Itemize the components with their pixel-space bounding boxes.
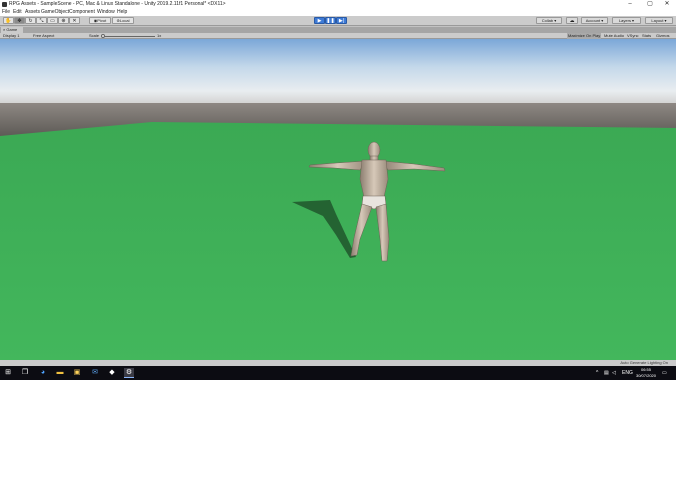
mail-icon: ✉ [92,369,98,376]
menu-assets[interactable]: Assets [25,9,40,16]
start-button[interactable]: ⊞ [3,368,13,378]
rotate-icon: ↻ [28,18,33,24]
game-icon: ⌕ [3,27,6,32]
scale-tool-button[interactable]: ⤡ [36,17,47,24]
unity-editor-taskbar-button[interactable]: ⚙ [124,368,134,378]
task-view-icon: ❐ [21,369,29,376]
close-button[interactable]: ✕ [660,0,674,9]
rotate-tool-button[interactable]: ↻ [25,17,36,24]
menu-file[interactable]: File [2,9,10,16]
menu-component[interactable]: Component [69,9,95,16]
unity-icon: ⚙ [125,368,133,376]
notifications-icon[interactable]: ▭ [662,368,667,378]
volume-icon[interactable]: ◁ [612,368,616,378]
scale-slider-handle[interactable] [101,34,105,38]
space-toggle[interactable]: ⊛Local [112,17,134,24]
layout-label: Layout ▾ [651,18,667,23]
window-title-bar: RPG Assets - SampleScene - PC, Mac & Lin… [0,0,676,9]
layers-dropdown[interactable]: Layers ▾ [612,17,641,24]
edge-taskbar-button[interactable]: ◕ [38,368,48,378]
ground-plane [0,122,676,362]
pause-icon: ❚❚ [326,18,335,24]
move-tool-button[interactable]: ✥ [14,17,25,24]
hand-tool-button[interactable]: ✋ [3,17,14,24]
pause-button[interactable]: ❚❚ [325,17,336,24]
tool-icon: ✕ [72,18,77,24]
step-icon: ▶| [338,18,345,24]
transform-tool-button[interactable]: ⊕ [58,17,69,24]
scale-slider-track[interactable] [103,35,155,37]
pivot-toggle[interactable]: ◉Pivot [89,17,111,24]
play-button[interactable]: ▶ [314,17,325,24]
language-indicator[interactable]: ENG [622,368,633,378]
tab-game-label: Game [6,27,18,32]
menu-window[interactable]: Window [97,9,115,16]
task-view-button[interactable]: ❐ [20,368,30,378]
minimize-button[interactable]: – [623,0,637,9]
taskbar-clock[interactable]: 06:55 30/07/2020 [636,367,656,379]
cloud-icon: ☁ [569,18,575,24]
folder-icon: ▬ [56,369,64,376]
window-title: RPG Assets - SampleScene - PC, Mac & Lin… [9,1,226,7]
step-button[interactable]: ▶| [336,17,347,24]
layout-dropdown[interactable]: Layout ▾ [645,17,673,24]
menu-edit[interactable]: Edit [13,9,22,16]
space-label: Local [119,18,130,23]
collab-label: Collab ▾ [541,18,557,23]
unity-editor-screenshot: RPG Assets - SampleScene - PC, Mac & Lin… [0,0,676,380]
account-dropdown[interactable]: Account ▾ [581,17,608,24]
unity-hub-taskbar-button[interactable]: ◆ [107,368,117,378]
transform-icon: ⊕ [61,18,66,24]
network-icon[interactable]: ▤ [604,368,609,378]
hand-icon: ✋ [5,18,12,24]
collab-dropdown[interactable]: Collab ▾ [536,17,562,24]
menu-gameobject[interactable]: GameObject [41,9,69,16]
menu-help[interactable]: Help [117,9,127,16]
move-icon: ✥ [17,18,22,24]
game-view[interactable] [0,39,676,362]
store-taskbar-button[interactable]: ▣ [72,368,82,378]
cloud-button[interactable]: ☁ [566,17,578,24]
play-icon: ▶ [317,18,322,24]
unity-hub-icon: ◆ [109,369,115,376]
main-toolbar: ✋ ✥ ↻ ⤡ ▭ ⊕ ✕ ◉Pivot ⊛Local ▶ ❚❚ ▶| Coll… [0,16,676,26]
taskbar: ⊞ ❐ ◕ ▬ ▣ ✉ ◆ ⚙ ^ ▤ ◁ ENG 06:55 30/07/20… [0,366,676,380]
maximize-button[interactable]: ▢ [643,0,657,9]
character-head [367,141,381,159]
edge-icon: ◕ [40,369,46,376]
windows-icon: ⊞ [5,369,11,376]
tray-chevron-icon[interactable]: ^ [596,368,598,378]
rect-icon: ▭ [50,18,55,24]
unity-app-icon [2,2,7,7]
account-label: Account ▾ [585,18,604,23]
character-torso [359,159,389,198]
custom-tool-button[interactable]: ✕ [69,17,80,24]
store-icon: ▣ [73,369,81,376]
layers-label: Layers ▾ [618,18,635,23]
clock-date: 30/07/2020 [635,373,656,378]
mail-taskbar-button[interactable]: ✉ [90,368,100,378]
rect-tool-button[interactable]: ▭ [47,17,58,24]
pivot-label: Pivot [97,18,107,23]
scale-icon: ⤡ [39,18,44,24]
explorer-taskbar-button[interactable]: ▬ [55,368,65,378]
menu-bar: File Edit Assets GameObject Component Wi… [0,9,676,16]
game-scene [0,39,676,362]
